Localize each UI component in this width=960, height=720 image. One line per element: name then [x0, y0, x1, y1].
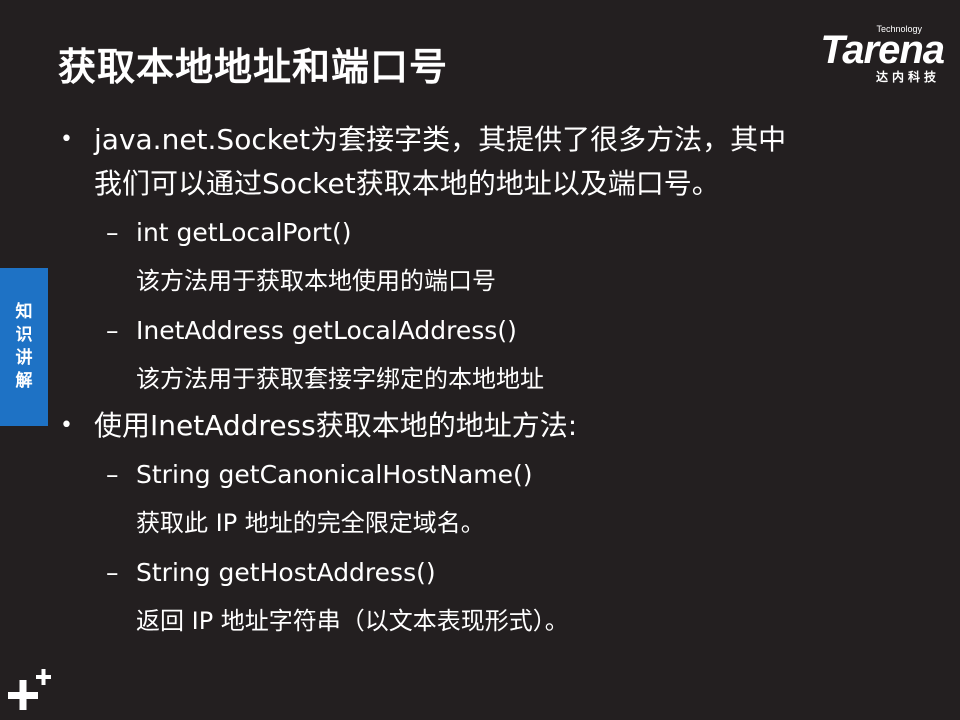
bullet-text-line: 我们可以通过Socket获取本地的地址以及端口号。: [94, 167, 720, 200]
sub-bullet-method: – int getLocalPort(): [58, 208, 918, 257]
method-description: 该方法用于获取本地使用的端口号: [136, 267, 496, 295]
side-tab-char: 识: [15, 325, 33, 345]
sub-bullet-method: – String getHostAddress(): [58, 548, 918, 597]
bullet-dot-icon: •: [60, 127, 73, 152]
method-description: 获取此 IP 地址的完全限定域名。: [136, 509, 485, 537]
method-signature: int getLocalPort(): [136, 218, 352, 247]
method-signature: String getCanonicalHostName(): [136, 460, 533, 489]
bullet-dot-icon: •: [60, 413, 73, 438]
dash-icon: –: [106, 460, 119, 489]
method-description: 返回 IP 地址字符串（以文本表现形式）。: [136, 607, 569, 635]
knowledge-side-tab: 知 识 讲 解: [0, 268, 48, 426]
side-tab-char: 讲: [15, 348, 33, 368]
slide-content: • java.net.Socket为套接字类，其提供了很多方法，其中 我们可以通…: [58, 118, 918, 646]
method-description: 该方法用于获取套接字绑定的本地地址: [136, 365, 544, 393]
slide-title: 获取本地地址和端口号: [58, 45, 449, 89]
bullet-item: • java.net.Socket为套接字类，其提供了很多方法，其中 我们可以通…: [58, 118, 918, 206]
tarena-logo: Technology Tarena 达内科技: [774, 22, 945, 84]
bullet-item: • 使用InetAddress获取本地的地址方法:: [58, 404, 918, 448]
logo-brand-text: Tarena: [820, 28, 945, 72]
sub-bullet-method: – InetAddress getLocalAddress(): [58, 306, 918, 355]
side-tab-char: 解: [15, 371, 33, 391]
bullet-text-line: java.net.Socket为套接字类，其提供了很多方法，其中: [94, 123, 787, 156]
method-signature: String getHostAddress(): [136, 558, 436, 587]
bullet-text-line: 使用InetAddress获取本地的地址方法:: [94, 409, 578, 442]
sub-bullet-method: – String getCanonicalHostName(): [58, 450, 918, 499]
side-tab-char: 知: [15, 302, 33, 322]
plus-logo-icon: [8, 669, 51, 710]
dash-icon: –: [106, 558, 119, 587]
dash-icon: –: [106, 218, 119, 247]
slide: 获取本地地址和端口号 Technology Tarena 达内科技 知 识 讲 …: [0, 0, 960, 720]
logo-cn-text: 达内科技: [875, 70, 940, 84]
method-signature: InetAddress getLocalAddress(): [136, 316, 517, 345]
dash-icon: –: [106, 316, 119, 345]
